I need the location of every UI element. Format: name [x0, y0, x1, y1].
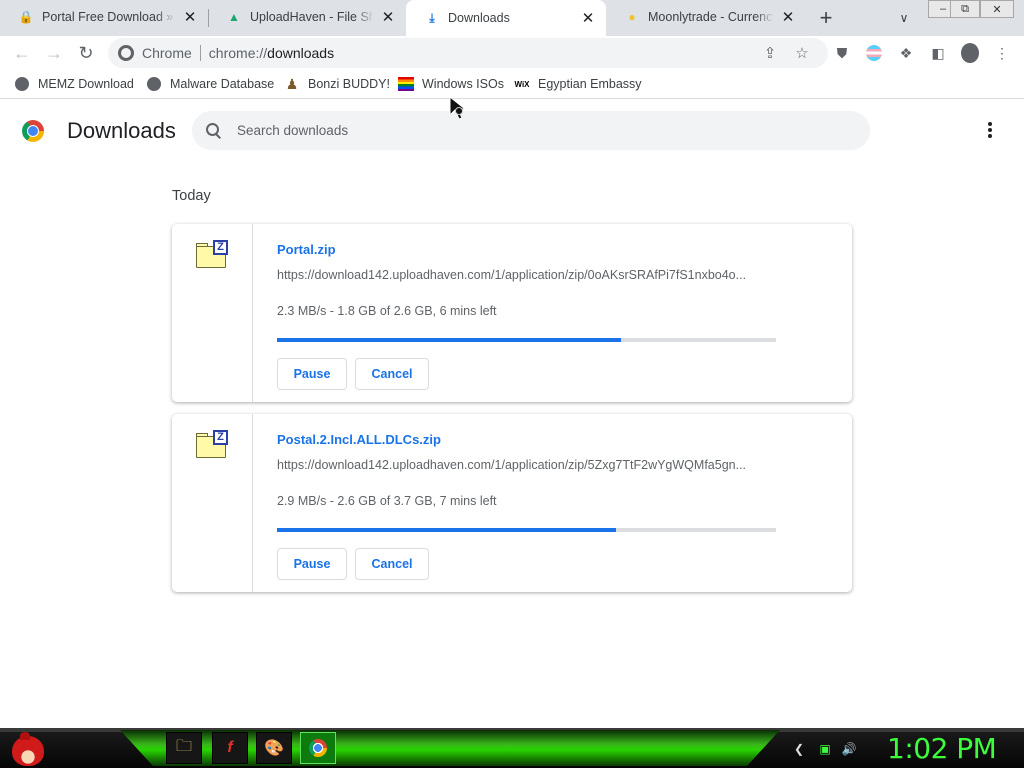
back-button[interactable]: ←	[9, 40, 35, 66]
tab-title: Portal Free Download » SteamUnlocked	[42, 10, 176, 24]
progress-bar	[277, 528, 776, 532]
tab-steamunlocked[interactable]: 🔒 Portal Free Download » SteamUnlocked ✕	[0, 0, 208, 34]
zip-file-icon: Z	[196, 240, 229, 269]
close-tab-icon[interactable]: ✕	[780, 9, 796, 26]
tab-downloads[interactable]: ⤓ Downloads ✕	[406, 0, 606, 36]
more-actions-icon[interactable]	[982, 120, 998, 140]
close-tab-icon[interactable]: ✕	[182, 9, 198, 26]
tab-uploadhaven[interactable]: ▲ UploadHaven - File Sharing ✕	[208, 0, 406, 34]
bookmark-label: MEMZ Download	[38, 77, 134, 91]
download-item: Z Portal.zip https://download142.uploadh…	[172, 224, 852, 402]
tab-moonlytrade[interactable]: ● Moonlytrade - Currency Exchange ✕	[606, 0, 806, 34]
bookmark-star-icon[interactable]: ☆	[793, 44, 811, 62]
folder-icon: 🗀	[175, 737, 192, 755]
chrome-page-icon	[118, 45, 134, 61]
wix-icon: WiX	[514, 79, 530, 89]
lock-icon: 🔒	[18, 10, 34, 24]
bookmarks-bar: MEMZ Download Malware Database ♟ Bonzi B…	[0, 69, 1024, 99]
tab-title: UploadHaven - File Sharing	[250, 10, 374, 24]
taskbar: 🗀 f 🎨 ❮ ▣ 🔊 1:02 PM	[0, 728, 1024, 768]
close-window-button[interactable]: ✕	[980, 0, 1014, 18]
bookmark-bonzi-buddy[interactable]: ♟ Bonzi BUDDY!	[284, 75, 390, 93]
bookmark-label: Malware Database	[170, 77, 275, 91]
close-tab-icon[interactable]: ✕	[380, 9, 396, 26]
address-bar[interactable]: Chrome chrome://downloads	[108, 38, 828, 68]
taskbar-clock[interactable]: 1:02 PM	[887, 732, 997, 765]
tab-strip: 🔒 Portal Free Download » SteamUnlocked ✕…	[0, 0, 1024, 36]
progress-fill	[277, 338, 622, 342]
url-text: chrome://downloads	[209, 45, 334, 61]
side-panel-icon[interactable]: ◧	[929, 44, 947, 62]
tab-title: Downloads	[448, 11, 510, 25]
bookmark-label: Bonzi BUDDY!	[308, 77, 390, 91]
file-source-url[interactable]: https://download142.uploadhaven.com/1/ap…	[277, 268, 777, 282]
taskbar-explorer[interactable]: 🗀	[166, 732, 202, 764]
pause-button[interactable]: Pause	[277, 548, 347, 580]
extensions-puzzle-icon[interactable]: ❖	[897, 44, 915, 62]
globe-icon	[146, 76, 162, 92]
restore-button[interactable]: ⧉	[950, 0, 980, 18]
progress-bar	[277, 338, 776, 342]
download-status: 2.3 MB/s - 1.8 GB of 2.6 GB, 6 mins left	[277, 304, 497, 318]
page-title: Downloads	[67, 118, 176, 143]
bookmark-memz[interactable]: MEMZ Download	[14, 75, 134, 93]
cancel-button[interactable]: Cancel	[355, 548, 429, 580]
download-status: 2.9 MB/s - 2.6 GB of 3.7 GB, 7 mins left	[277, 494, 497, 508]
file-name-link[interactable]: Postal.2.Incl.ALL.DLCs.zip	[277, 432, 441, 447]
taskbar-flash[interactable]: f	[212, 732, 248, 764]
mouse-cursor-icon	[449, 96, 467, 120]
bookmark-egyptian-embassy[interactable]: WiX Egyptian Embassy	[514, 75, 642, 93]
taskbar-paint[interactable]: 🎨	[256, 732, 292, 764]
tab-title: Moonlytrade - Currency Exchange	[648, 10, 774, 24]
bookmark-windows-isos[interactable]: Windows ISOs	[398, 75, 504, 93]
network-icon[interactable]: ▣	[818, 742, 832, 756]
ublock-icon[interactable]: ⛊	[833, 44, 851, 62]
chrome-menu-icon[interactable]: ⋮	[993, 44, 1011, 62]
download-icon: ⤓	[429, 10, 435, 25]
profile-avatar-icon[interactable]	[961, 43, 979, 63]
bookmark-malware-database[interactable]: Malware Database	[146, 75, 274, 93]
site-chip: Chrome	[142, 45, 192, 61]
rainbow-flag-icon	[398, 76, 414, 92]
taskbar-chrome[interactable]	[300, 732, 336, 764]
zip-file-icon: Z	[196, 430, 229, 459]
paint-icon: 🎨	[264, 740, 284, 757]
search-input[interactable]	[237, 123, 837, 138]
bookmark-label: Egyptian Embassy	[538, 77, 642, 91]
show-hidden-icons-icon[interactable]: ❮	[792, 742, 806, 756]
search-downloads[interactable]	[192, 111, 870, 150]
moon-icon: ●	[628, 10, 636, 24]
globe-icon	[14, 76, 30, 92]
download-item: Z Postal.2.Incl.ALL.DLCs.zip https://dow…	[172, 414, 852, 592]
reload-button[interactable]: ↻	[73, 40, 99, 66]
flash-icon: f	[227, 739, 233, 756]
url-path: downloads	[267, 45, 335, 61]
volume-icon[interactable]: 🔊	[842, 742, 857, 756]
bonzi-icon: ♟	[285, 75, 299, 92]
bookmark-label: Windows ISOs	[422, 77, 504, 91]
cancel-button[interactable]: Cancel	[355, 358, 429, 390]
chip-divider	[199, 45, 201, 61]
url-scheme: chrome://	[208, 45, 268, 61]
progress-fill	[277, 528, 617, 532]
file-source-url[interactable]: https://download142.uploadhaven.com/1/ap…	[277, 458, 777, 472]
trans-flag-extension-icon[interactable]	[865, 44, 883, 62]
close-tab-icon[interactable]: ✕	[580, 10, 596, 27]
pause-button[interactable]: Pause	[277, 358, 347, 390]
forward-button[interactable]: →	[41, 40, 67, 66]
uploadhaven-icon: ▲	[228, 10, 240, 24]
section-date: Today	[172, 188, 211, 204]
chrome-icon	[309, 739, 327, 757]
file-icon-column: Z	[172, 224, 253, 402]
angry-bird-icon	[12, 732, 44, 766]
new-tab-button[interactable]: +	[814, 5, 838, 30]
start-button[interactable]	[8, 730, 48, 768]
share-icon[interactable]: ⇪	[761, 44, 779, 62]
chrome-logo-icon	[22, 120, 44, 142]
file-name-link[interactable]: Portal.zip	[277, 242, 336, 257]
tab-search-chevron-icon[interactable]: ∨	[894, 8, 914, 28]
search-icon	[206, 122, 222, 139]
browser-toolbar: ← → ↻ Chrome chrome://downloads ⇪ ☆ ⛊ ❖ …	[0, 36, 1024, 69]
file-icon-column: Z	[172, 414, 253, 592]
